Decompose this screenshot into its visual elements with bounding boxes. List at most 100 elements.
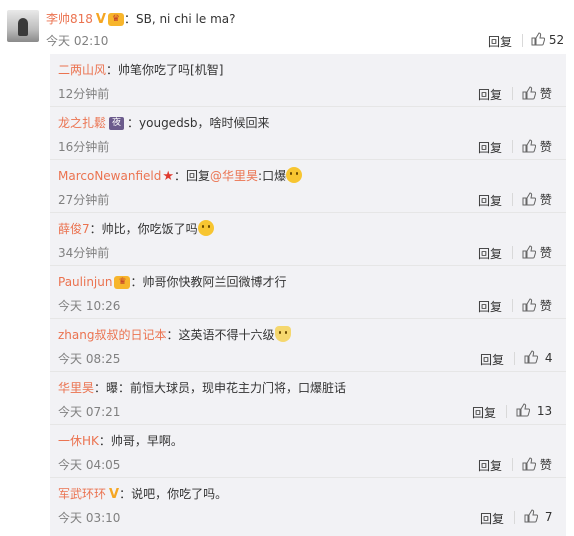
reply-time: 16分钟前: [58, 140, 110, 154]
reply-button[interactable]: 回复: [478, 298, 502, 315]
reply-time: 今天 08:25: [58, 352, 121, 366]
reply-time: 12分钟前: [58, 87, 110, 101]
reply-button[interactable]: 回复: [472, 404, 496, 421]
list-item: 龙之扎鬆夜：yougedsb，啥时候回来 16分钟前 回复 赞: [50, 107, 566, 160]
divider: [512, 140, 513, 153]
reply-username[interactable]: zhang叔叔的日记本: [58, 328, 166, 342]
like-button[interactable]: 赞: [522, 85, 552, 102]
reply-text-tail: :口爆: [258, 169, 287, 183]
like-button[interactable]: 13: [516, 403, 552, 418]
reply-text: ：曝：前恒大球员，现申花主力门将，口爆脏话: [94, 381, 347, 395]
star-badge-icon: ★: [162, 169, 174, 184]
like-count: 4: [544, 351, 553, 365]
divider: [506, 405, 507, 418]
divider: [512, 193, 513, 206]
reply-username[interactable]: Paulinjun: [58, 275, 112, 289]
reply-time: 今天 04:05: [58, 458, 121, 472]
divider: [512, 299, 513, 312]
thumbs-up-icon: [522, 245, 536, 259]
divider: [522, 34, 523, 47]
like-button[interactable]: 赞: [522, 138, 552, 155]
like-count: 7: [544, 510, 553, 524]
reply-button[interactable]: 回复: [478, 245, 502, 262]
like-count: 13: [536, 404, 553, 418]
reply-username[interactable]: 华里昊: [58, 381, 94, 395]
reply-text: ：帅哥，早啊。: [98, 434, 183, 448]
thumbs-up-icon: [524, 509, 538, 523]
list-item: MarcoNewanfield★：回复@华里昊:口爆 27分钟前 回复 赞: [50, 160, 566, 213]
reply-time: 今天 07:21: [58, 405, 121, 419]
list-item: 二两山风：帅笔你吃了吗[机智] 12分钟前 回复 赞: [50, 54, 566, 107]
list-item: 薛俊7：帅比，你吃饭了吗 34分钟前 回复 赞: [50, 213, 566, 266]
reply-username[interactable]: MarcoNewanfield: [58, 169, 161, 183]
like-count: 赞: [539, 193, 552, 207]
crown-badge-icon: ♛: [107, 13, 124, 26]
like-count: 赞: [539, 299, 552, 313]
like-button[interactable]: 赞: [522, 191, 552, 208]
smile-emoji-icon: [197, 220, 214, 236]
thumbs-up-icon: [522, 457, 536, 471]
reply-button[interactable]: 回复: [478, 192, 502, 209]
reply-button[interactable]: 回复: [488, 33, 512, 50]
reply-username[interactable]: 二两山风: [58, 63, 106, 77]
reply-username[interactable]: 一休HK: [58, 434, 99, 448]
list-item: Paulinjun ♛ ：帅哥你快教阿兰回微博才行 今天 10:26 回复 赞: [50, 266, 566, 319]
divider: [512, 246, 513, 259]
thumbs-up-icon: [522, 192, 536, 206]
reply-button[interactable]: 回复: [478, 457, 502, 474]
thumbs-up-icon: [522, 139, 536, 153]
list-item: zhang叔叔的日记本：这英语不得十六级 今天 08:25 回复 4: [50, 319, 566, 372]
reply-time: 今天 03:10: [58, 511, 121, 525]
main-comment-line: 李帅818 V ♛ ：SB, ni chi le ma?: [46, 10, 236, 27]
reply-button[interactable]: 回复: [478, 139, 502, 156]
reply-time: 34分钟前: [58, 246, 110, 260]
reply-time: 27分钟前: [58, 193, 110, 207]
thumbs-up-icon: [516, 403, 530, 417]
reply-text: ：回复: [174, 169, 211, 183]
avatar[interactable]: [7, 10, 39, 42]
reply-text: ：这英语不得十六级: [166, 328, 275, 342]
like-count: 赞: [539, 246, 552, 260]
reply-text: ：说吧，你吃了吗。: [119, 487, 228, 501]
laugh-emoji-icon: [286, 167, 303, 183]
verified-v-icon: V: [109, 487, 120, 502]
mention-link[interactable]: @华里昊: [210, 169, 258, 183]
thumbs-up-icon: [522, 86, 536, 100]
reply-username[interactable]: 薛俊7: [58, 222, 90, 236]
like-button[interactable]: 52: [531, 32, 564, 47]
like-button[interactable]: 赞: [522, 456, 552, 473]
main-comment: 李帅818 V ♛ ：SB, ni chi le ma? 今天 02:10 回复 52: [0, 0, 574, 54]
reply-text: ：yougedsb，啥时候回来: [127, 116, 270, 130]
reply-text: ：帅笔你吃了吗[机智]: [106, 63, 224, 77]
like-button[interactable]: 4: [524, 350, 552, 365]
comment-username[interactable]: 李帅818: [46, 12, 93, 26]
thumbs-up-icon: [524, 350, 538, 364]
divider: [512, 87, 513, 100]
divider: [512, 458, 513, 471]
like-button[interactable]: 赞: [522, 297, 552, 314]
reply-text: ：帅比，你吃饭了吗: [89, 222, 198, 236]
like-button[interactable]: 7: [524, 509, 552, 524]
verified-v-icon: V: [95, 12, 106, 27]
reply-time: 今天 10:26: [58, 299, 121, 313]
reply-button[interactable]: 回复: [478, 86, 502, 103]
like-count: 赞: [539, 140, 552, 154]
cat-emoji-icon: [274, 326, 291, 342]
reply-list: 二两山风：帅笔你吃了吗[机智] 12分钟前 回复 赞 龙之扎鬆夜：yougeds…: [50, 54, 566, 536]
thumbs-up-icon: [531, 32, 545, 46]
reply-username[interactable]: 龙之扎鬆: [58, 116, 106, 130]
reply-username[interactable]: 军武环环: [58, 487, 106, 501]
thumbs-up-icon: [522, 298, 536, 312]
like-count: 赞: [539, 458, 552, 472]
like-button[interactable]: 赞: [522, 244, 552, 261]
list-item: 一休HK：帅哥，早啊。 今天 04:05 回复 赞: [50, 425, 566, 478]
like-count: 赞: [539, 87, 552, 101]
reply-button[interactable]: 回复: [480, 510, 504, 527]
crown-badge-icon: ♛: [114, 276, 131, 289]
reply-button[interactable]: 回复: [480, 351, 504, 368]
list-item: 华里昊：曝：前恒大球员，现申花主力门将，口爆脏话 今天 07:21 回复 13: [50, 372, 566, 425]
comment-text: ：SB, ni chi le ma?: [123, 12, 236, 26]
divider: [514, 511, 515, 524]
member-badge-icon: 夜: [109, 117, 125, 130]
comment-time: 今天 02:10: [46, 34, 109, 48]
